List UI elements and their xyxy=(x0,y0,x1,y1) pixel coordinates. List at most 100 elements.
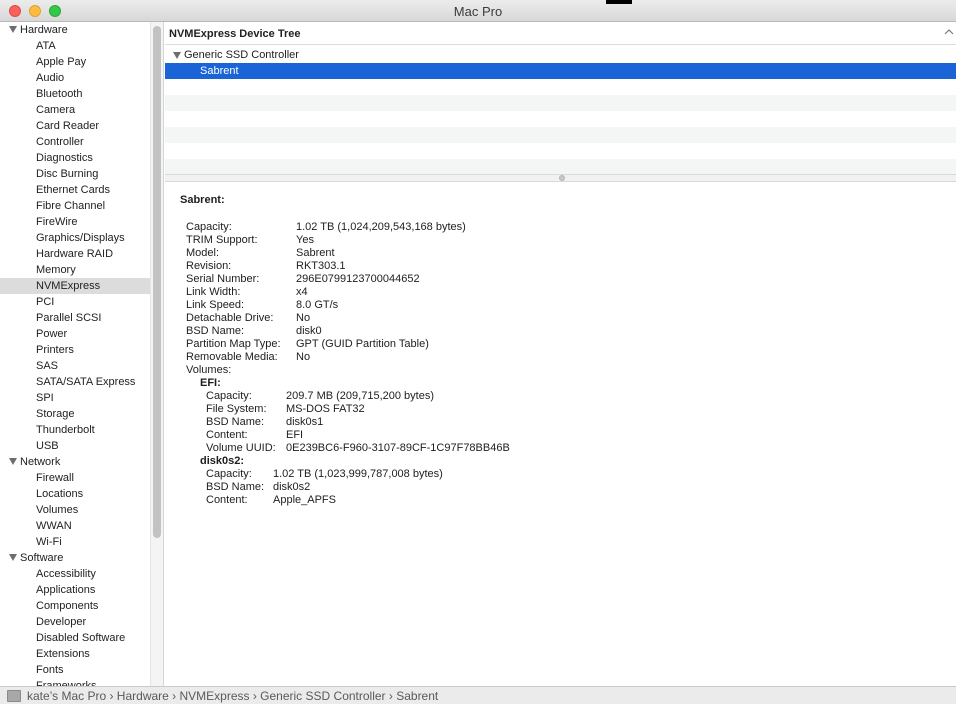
field-label: Serial Number: xyxy=(186,273,260,285)
field-value: 209.7 MB (209,715,200 bytes) xyxy=(286,390,434,402)
sidebar-item-parallel-scsi[interactable]: Parallel SCSI xyxy=(0,310,150,326)
field-label: Capacity: xyxy=(206,468,252,480)
sidebar-item-camera[interactable]: Camera xyxy=(0,102,150,118)
sidebar-item-graphics-displays[interactable]: Graphics/Displays xyxy=(0,230,150,246)
volume-title: EFI: xyxy=(200,377,221,389)
tree-row-empty xyxy=(165,159,956,175)
breadcrumb: kate’s Mac Pro › Hardware › NVMExpress ›… xyxy=(27,689,439,703)
disclosure-triangle-icon[interactable] xyxy=(9,554,17,561)
sidebar-item-fonts[interactable]: Fonts xyxy=(0,662,150,678)
disclosure-triangle-icon[interactable] xyxy=(9,26,17,33)
sidebar-group-network[interactable]: Network xyxy=(0,454,150,470)
sidebar-item-power[interactable]: Power xyxy=(0,326,150,342)
sidebar-item-memory[interactable]: Memory xyxy=(0,262,150,278)
status-bar: kate’s Mac Pro › Hardware › NVMExpress ›… xyxy=(0,686,956,704)
sidebar-item-locations[interactable]: Locations xyxy=(0,486,150,502)
sidebar-group-software[interactable]: Software xyxy=(0,550,150,566)
sidebar-item-usb[interactable]: USB xyxy=(0,438,150,454)
detail-field: Capacity: 1.02 TB (1,024,209,543,168 byte… xyxy=(186,221,786,234)
detail-field: Serial Number: 296E0799123700044652 xyxy=(186,273,786,286)
sidebar-item-accessibility[interactable]: Accessibility xyxy=(0,566,150,582)
sidebar-item-extensions[interactable]: Extensions xyxy=(0,646,150,662)
field-value: Yes xyxy=(296,234,314,246)
field-value: No xyxy=(296,351,311,363)
field-value: 0E239BC6-F960-3107-89CF-1C97F78BB46B xyxy=(286,442,510,454)
sidebar-item-bluetooth[interactable]: Bluetooth xyxy=(0,86,150,102)
detail-field: Detachable Drive: No xyxy=(186,312,786,325)
tree-row-empty xyxy=(165,143,956,159)
detail-field: Capacity: 1.02 TB (1,023,999,787,008 byte… xyxy=(206,468,806,481)
sidebar-item-firewall[interactable]: Firewall xyxy=(0,470,150,486)
sidebar-item-storage[interactable]: Storage xyxy=(0,406,150,422)
sidebar-item-applications[interactable]: Applications xyxy=(0,582,150,598)
detail-field: Partition Map Type: GPT (GUID Partition T… xyxy=(186,338,786,351)
sidebar-group-hardware[interactable]: Hardware xyxy=(0,22,150,38)
sidebar: Hardware ATA Apple Pay Audio Bluetooth Camera… xyxy=(0,22,150,686)
detail-field: BSD Name: disk0s1 xyxy=(206,416,806,429)
sidebar-item-frameworks[interactable]: Frameworks xyxy=(0,678,150,686)
detail-field: Volume UUID: 0E239BC6-F960-3107-89CF-1C97… xyxy=(206,442,806,455)
field-label: Content: xyxy=(206,429,248,441)
field-label: Removable Media: xyxy=(186,351,278,363)
sidebar-item-apple-pay[interactable]: Apple Pay xyxy=(0,54,150,70)
sidebar-item-spi[interactable]: SPI xyxy=(0,390,150,406)
tree-row-device[interactable]: Sabrent xyxy=(165,63,956,79)
sidebar-item-ethernet-cards[interactable]: Ethernet Cards xyxy=(0,182,150,198)
sidebar-item-thunderbolt[interactable]: Thunderbolt xyxy=(0,422,150,438)
window-title: Mac Pro xyxy=(453,4,503,19)
field-label: BSD Name: xyxy=(206,481,265,493)
field-label: Model: xyxy=(186,247,220,259)
sidebar-item-components[interactable]: Components xyxy=(0,598,150,614)
field-label: Detachable Drive: xyxy=(186,312,274,324)
field-label: Volume UUID: xyxy=(206,442,276,454)
field-value: 296E0799123700044652 xyxy=(296,273,420,285)
field-value: MS-DOS FAT32 xyxy=(286,403,365,415)
sidebar-item-firewire[interactable]: FireWire xyxy=(0,214,150,230)
disclosure-triangle-icon[interactable] xyxy=(9,458,17,465)
field-value: disk0s1 xyxy=(286,416,324,428)
detail-field: File System: MS-DOS FAT32 xyxy=(206,403,806,416)
field-label: Capacity: xyxy=(206,390,252,402)
chevron-up-icon[interactable] xyxy=(944,27,954,37)
field-label: Revision: xyxy=(186,260,232,272)
detail-pane: Sabrent: Capacity: 1.02 TB (1,024,209,543… xyxy=(165,183,956,686)
detail-field: Capacity: 209.7 MB (209,715,200 bytes) xyxy=(206,390,806,403)
sidebar-item-disc-burning[interactable]: Disc Burning xyxy=(0,166,150,182)
sidebar-item-diagnostics[interactable]: Diagnostics xyxy=(0,150,150,166)
sidebar-item-sata-sata-express[interactable]: SATA/SATA Express xyxy=(0,374,150,390)
sidebar-item-fibre-channel[interactable]: Fibre Channel xyxy=(0,198,150,214)
sidebar-item-hardware-raid[interactable]: Hardware RAID xyxy=(0,246,150,262)
field-value: disk0 xyxy=(296,325,322,337)
black-bar xyxy=(606,0,632,4)
sidebar-item-pci[interactable]: PCI xyxy=(0,294,150,310)
detail-field: Link Width: x4 xyxy=(186,286,786,299)
sidebar-item-printers[interactable]: Printers xyxy=(0,342,150,358)
sidebar-item-nvmexpress[interactable]: NVMExpress xyxy=(0,278,150,294)
field-value: No xyxy=(296,312,311,324)
tree-row-controller[interactable]: Generic SSD Controller xyxy=(165,47,956,63)
sidebar-item-controller[interactable]: Controller xyxy=(0,134,150,150)
sidebar-item-developer[interactable]: Developer xyxy=(0,614,150,630)
field-label: Volumes: xyxy=(186,364,232,376)
sidebar-item-audio[interactable]: Audio xyxy=(0,70,150,86)
sidebar-item-wwan[interactable]: WWAN xyxy=(0,518,150,534)
detail-field: Revision: RKT303.1 xyxy=(186,260,786,273)
sidebar-item-wi-fi[interactable]: Wi-Fi xyxy=(0,534,150,550)
sidebar-item-disabled-software[interactable]: Disabled Software xyxy=(0,630,150,646)
disclosure-triangle-icon[interactable] xyxy=(173,52,181,59)
detail-title: Sabrent: xyxy=(180,194,225,206)
sidebar-scrollbar-thumb[interactable] xyxy=(153,26,161,538)
sidebar-item-card-reader[interactable]: Card Reader xyxy=(0,118,150,134)
detail-field: Removable Media: No xyxy=(186,351,786,364)
splitter-handle-icon[interactable] xyxy=(559,175,565,181)
field-label: Content: xyxy=(206,494,248,506)
tree-row-empty xyxy=(165,127,956,143)
device-tree-header: NVMExpress Device Tree xyxy=(165,23,956,45)
sidebar-item-volumes[interactable]: Volumes xyxy=(0,502,150,518)
sidebar-item-ata[interactable]: ATA xyxy=(0,38,150,54)
sidebar-item-sas[interactable]: SAS xyxy=(0,358,150,374)
field-value: EFI xyxy=(286,429,304,441)
computer-icon xyxy=(7,690,21,702)
volume-title: disk0s2: xyxy=(200,455,245,467)
sidebar-group-label: Hardware xyxy=(20,24,68,36)
